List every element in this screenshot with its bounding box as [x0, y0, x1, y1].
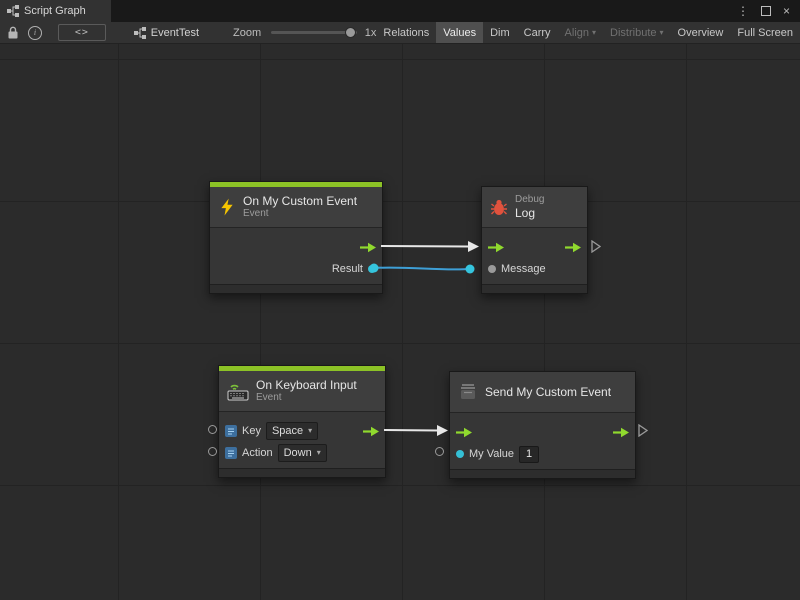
key-dropdown[interactable]: Space ▾: [266, 422, 318, 440]
graph-breadcrumb[interactable]: EventTest: [134, 27, 199, 39]
node-header[interactable]: On Keyboard Input Event: [219, 371, 385, 411]
my-value-outer-port[interactable]: [435, 447, 444, 456]
chevron-down-icon: ▾: [660, 29, 664, 37]
flow-output-port[interactable]: [363, 426, 379, 437]
keyboard-icon: [227, 381, 249, 401]
dim-button[interactable]: Dim: [483, 22, 517, 43]
key-dropdown-value: Space: [272, 425, 303, 437]
toolbar-buttons: Relations Values Dim Carry Align ▾ Distr…: [376, 22, 800, 43]
close-icon[interactable]: ×: [783, 5, 790, 17]
lightning-bolt-icon: [218, 198, 236, 216]
node-footer: [210, 284, 382, 293]
result-port-label: Result: [332, 263, 363, 275]
distribute-dropdown-button[interactable]: Distribute ▾: [603, 22, 670, 43]
carry-button[interactable]: Carry: [517, 22, 558, 43]
node-on-my-custom-event[interactable]: On My Custom Event Event Result: [209, 181, 383, 294]
value-connection: [370, 264, 475, 274]
flow-connection: [384, 425, 448, 436]
node-send-my-custom-event[interactable]: Send My Custom Event My Value 1: [449, 371, 636, 479]
flow-output-port[interactable]: [613, 427, 629, 438]
message-port-label: Message: [501, 263, 546, 275]
bug-icon: [490, 198, 508, 216]
node-category: Debug: [515, 194, 544, 206]
zoom-slider-thumb[interactable]: [345, 27, 356, 38]
result-value-output-port[interactable]: [368, 265, 376, 273]
node-subtitle: Event: [243, 208, 357, 220]
chevron-down-icon: ▾: [308, 427, 312, 435]
node-body: My Value 1: [450, 412, 635, 469]
enum-type-icon: [225, 425, 237, 437]
zoom-slider[interactable]: [271, 31, 357, 34]
key-outer-port[interactable]: [208, 425, 217, 434]
node-title: Send My Custom Event: [485, 385, 611, 399]
chevron-down-icon: ▾: [317, 449, 321, 457]
graph-asset-icon: [134, 27, 146, 39]
flow-input-port[interactable]: [456, 427, 472, 438]
align-label: Align: [565, 27, 589, 39]
graph-canvas[interactable]: On My Custom Event Event Result: [0, 44, 800, 600]
align-dropdown-button[interactable]: Align ▾: [558, 22, 603, 43]
node-footer: [219, 468, 385, 477]
node-subtitle: Event: [256, 392, 357, 404]
node-body: Key Space ▾ Action Dow: [219, 411, 385, 468]
window-menu-icon[interactable]: ⋮: [737, 5, 749, 17]
values-button[interactable]: Values: [436, 22, 483, 43]
node-body: Message: [482, 227, 587, 284]
graph-name-label: EventTest: [151, 27, 199, 39]
node-debug-log[interactable]: Debug Log Message: [481, 186, 588, 294]
flow-connection: [381, 241, 479, 252]
graph-toolbar: i <> EventTest Zoom 1x Relations Values …: [0, 22, 800, 44]
zoom-label: Zoom: [233, 27, 261, 39]
flow-output-port[interactable]: [565, 242, 581, 253]
custom-event-icon: [458, 382, 478, 402]
node-title: Log: [515, 206, 544, 220]
node-body: Result: [210, 227, 382, 284]
relations-button[interactable]: Relations: [376, 22, 436, 43]
script-graph-icon: [7, 5, 19, 17]
full-screen-button[interactable]: Full Screen: [730, 22, 800, 43]
message-value-input-port[interactable]: [488, 265, 496, 273]
overview-button[interactable]: Overview: [671, 22, 731, 43]
action-port-label: Action: [242, 447, 273, 459]
key-port-label: Key: [242, 425, 261, 437]
maximize-icon[interactable]: [761, 6, 771, 16]
my-value-label: My Value: [469, 448, 514, 460]
lock-icon[interactable]: [8, 26, 18, 39]
relation-triangle-icon: [638, 424, 648, 442]
node-header[interactable]: On My Custom Event Event: [210, 187, 382, 227]
tab-bar: Script Graph ⋮ ×: [0, 0, 800, 22]
action-outer-port[interactable]: [208, 447, 217, 456]
window-controls: ⋮ ×: [737, 0, 800, 22]
relation-triangle-icon: [591, 240, 601, 258]
node-title: On Keyboard Input: [256, 378, 357, 392]
my-value-input[interactable]: 1: [519, 446, 539, 463]
zoom-value: 1x: [365, 27, 377, 39]
flow-output-port[interactable]: [360, 242, 376, 253]
node-header[interactable]: Debug Log: [482, 187, 587, 227]
code-preview-toggle[interactable]: <>: [58, 24, 106, 41]
node-footer: [482, 284, 587, 293]
distribute-label: Distribute: [610, 27, 656, 39]
node-title: On My Custom Event: [243, 194, 357, 208]
action-dropdown-value: Down: [284, 447, 312, 459]
chevron-down-icon: ▾: [592, 29, 596, 37]
tab-script-graph[interactable]: Script Graph: [0, 0, 111, 22]
tab-title: Script Graph: [24, 5, 86, 17]
node-footer: [450, 469, 635, 478]
connections-layer: [0, 44, 800, 600]
flow-input-port[interactable]: [488, 242, 504, 253]
node-on-keyboard-input[interactable]: On Keyboard Input Event Key Space ▾: [218, 365, 386, 478]
enum-type-icon: [225, 447, 237, 459]
unity-script-graph-window: Script Graph ⋮ × i <> EventTest Zoom 1x …: [0, 0, 800, 600]
info-icon[interactable]: i: [28, 26, 42, 40]
my-value-input-port[interactable]: [456, 450, 464, 458]
action-dropdown[interactable]: Down ▾: [278, 444, 327, 462]
node-header[interactable]: Send My Custom Event: [450, 372, 635, 412]
